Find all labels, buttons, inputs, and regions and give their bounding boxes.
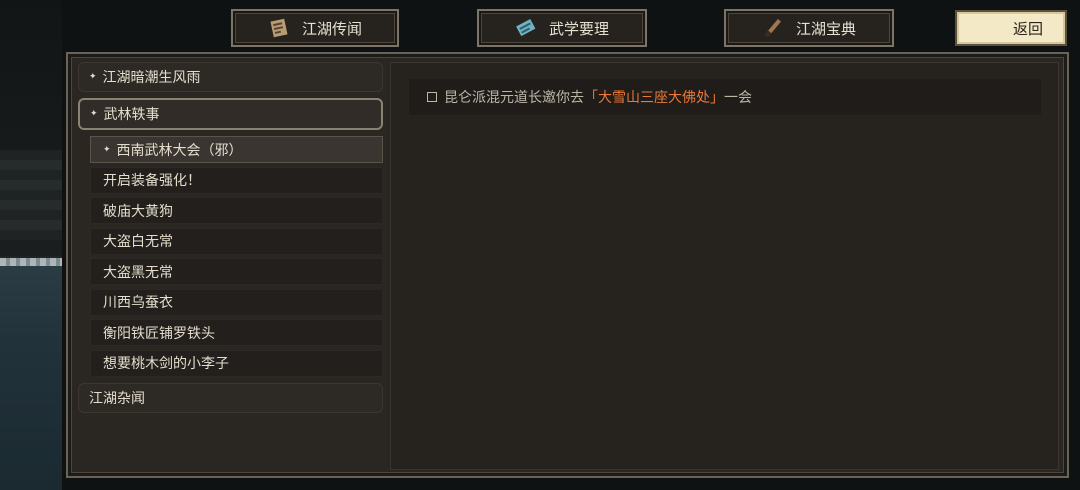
quest-detail-pane: 昆仑派混元道长邀你去 「大雪山三座大佛处」 一会 (390, 62, 1059, 470)
category-jianghu-misc[interactable]: 江湖杂闻 (78, 382, 383, 413)
journal-panel: ✦ 江湖暗潮生风雨 ✦ 武林轶事 ✦ 西南武林大会（邪） 开启装备强化！ 破庙大… (66, 52, 1069, 478)
list-item[interactable]: 衡阳铁匠铺罗铁头 (90, 319, 383, 346)
list-item[interactable]: 大盗黑无常 (90, 258, 383, 285)
quest-entry[interactable]: 昆仑派混元道长邀你去 「大雪山三座大佛处」 一会 (409, 79, 1041, 115)
list-item-label: 西南武林大会（邪） (116, 142, 243, 159)
tab-jianghu-handbook[interactable]: 江湖宝典 (724, 9, 894, 47)
brush-icon (762, 17, 784, 39)
star-icon: ✦ (89, 72, 97, 82)
list-item[interactable]: 川西乌蚕衣 (90, 288, 383, 316)
list-item-label: 想要桃木剑的小李子 (103, 356, 229, 372)
category-list: ✦ 江湖暗潮生风雨 ✦ 武林轶事 ✦ 西南武林大会（邪） 开启装备强化！ 破庙大… (78, 62, 383, 419)
list-item-label: 开启装备强化！ (103, 173, 201, 189)
book-icon (515, 17, 537, 39)
star-icon: ✦ (103, 144, 111, 155)
list-item[interactable]: 破庙大黄狗 (90, 197, 383, 224)
quest-text-prefix: 昆仑派混元道长邀你去 (444, 90, 584, 106)
list-item-label: 破庙大黄狗 (103, 203, 173, 220)
tab-label: 武学要理 (548, 19, 609, 38)
quest-text-suffix: 一会 (724, 90, 752, 106)
list-item-label: 川西乌蚕衣 (103, 295, 173, 311)
quest-location-highlight: 「大雪山三座大佛处」 (584, 90, 724, 106)
list-item-label: 大盗白无常 (103, 234, 173, 250)
list-item[interactable]: 想要桃木剑的小李子 (90, 349, 383, 377)
background-snow-band (0, 258, 62, 266)
category-label: 武林轶事 (103, 107, 160, 123)
tab-martial-principles[interactable]: 武学要理 (477, 9, 647, 47)
category-martial-anecdotes[interactable]: ✦ 武林轶事 (78, 98, 383, 130)
tab-label: 江湖宝典 (795, 19, 856, 38)
background-wall (0, 150, 62, 240)
list-item[interactable]: 开启装备强化！ (90, 166, 383, 194)
list-item[interactable]: ✦ 西南武林大会（邪） (90, 136, 383, 163)
tab-jianghu-rumors[interactable]: 江湖传闻 (231, 9, 399, 47)
list-item-label: 衡阳铁匠铺罗铁头 (103, 325, 215, 342)
category-label: 江湖暗潮生风雨 (102, 70, 201, 86)
list-item[interactable]: 大盗白无常 (90, 227, 383, 255)
back-button[interactable]: 返回 (955, 10, 1067, 46)
scroll-icon (268, 17, 290, 39)
tab-label: 江湖传闻 (301, 19, 362, 38)
background-scenery (0, 0, 62, 490)
category-label: 江湖杂闻 (89, 390, 145, 407)
list-item-label: 大盗黑无常 (103, 264, 173, 281)
sub-item-list: ✦ 西南武林大会（邪） 开启装备强化！ 破庙大黄狗 大盗白无常 大盗黑无常 川西… (90, 136, 383, 377)
category-jianghu-undercurrent[interactable]: ✦ 江湖暗潮生风雨 (78, 62, 383, 92)
star-icon: ✦ (90, 109, 98, 119)
checkbox-icon (427, 92, 437, 102)
